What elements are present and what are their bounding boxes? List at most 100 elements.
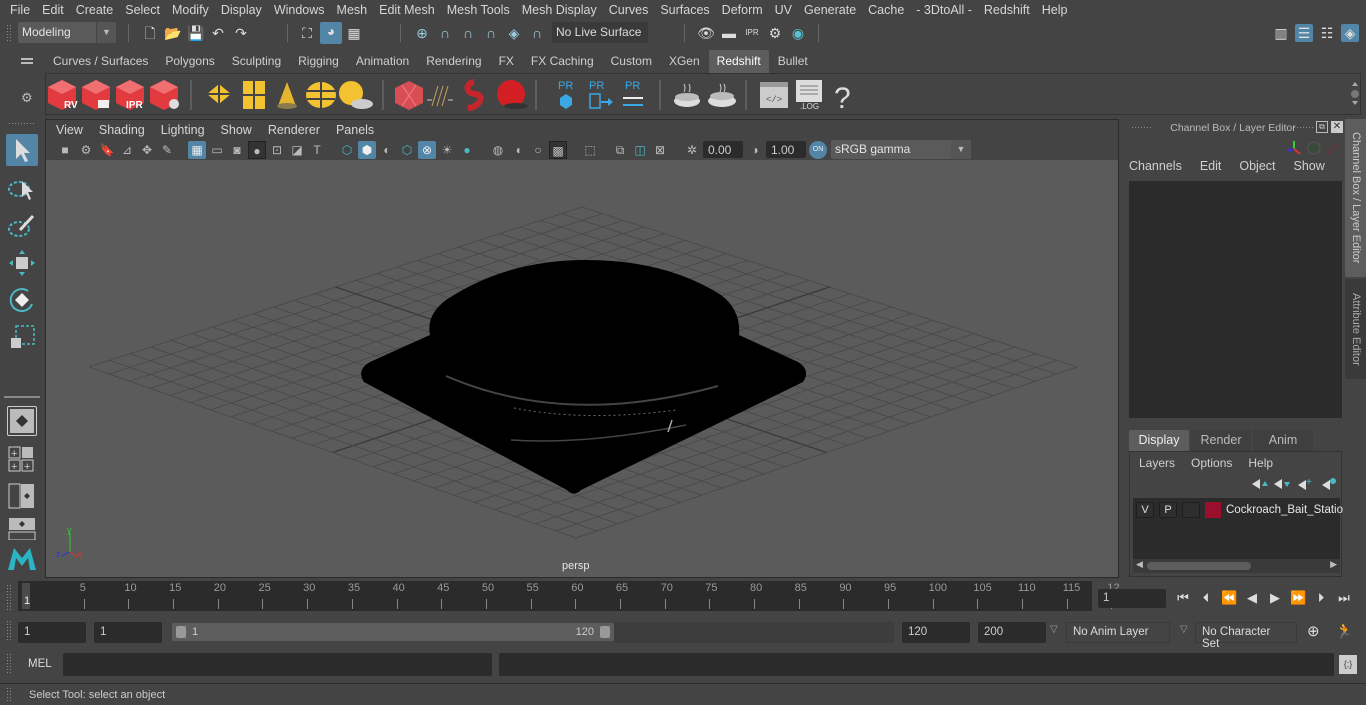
menu-redshift[interactable]: Redshift xyxy=(978,3,1036,17)
render-view-icon[interactable]: 👁 xyxy=(697,24,715,42)
viewport-menu-show[interactable]: Show xyxy=(213,123,260,137)
menu-3dtoall[interactable]: - 3DtoAll - xyxy=(910,3,978,17)
animation-start-field[interactable]: 1 xyxy=(18,622,86,643)
modeling-toolkit-icon[interactable]: ▥ xyxy=(1272,24,1290,42)
menu-generate[interactable]: Generate xyxy=(798,3,862,17)
character-set-dropdown-icon[interactable]: ▽ xyxy=(1180,624,1188,635)
time-slider[interactable]: 1 5 10 15 20 25 30 35 40 45 50 55 60 65 70 75 80 85 90 95 1… xyxy=(18,581,1120,611)
gamma-field[interactable]: 1.00 xyxy=(766,141,806,158)
snap-curve-icon[interactable]: ∩ xyxy=(436,24,454,42)
scrollbar-thumb[interactable] xyxy=(1147,562,1251,570)
open-scene-icon[interactable]: 📂 xyxy=(164,24,182,42)
layer-menu-options[interactable]: Options xyxy=(1191,456,1232,470)
layer-display-type-toggle[interactable] xyxy=(1182,501,1200,518)
menu-file[interactable]: File xyxy=(4,3,36,17)
tab-channel-box-layer-editor[interactable]: Channel Box / Layer Editor xyxy=(1345,119,1366,277)
layer-playback-toggle[interactable]: P xyxy=(1159,501,1177,518)
command-input[interactable] xyxy=(63,653,492,676)
channel-box-menu-channels[interactable]: Channels xyxy=(1129,159,1182,173)
rs-log-icon[interactable]: .LOG xyxy=(796,80,822,111)
shelf-scroll-control[interactable] xyxy=(1351,82,1359,105)
close-icon[interactable]: ✕ xyxy=(1331,121,1343,133)
rs-bake-icon[interactable] xyxy=(708,83,736,107)
snap-view-plane-icon[interactable]: ∩ xyxy=(482,24,500,42)
snap-grid-icon[interactable]: ⊕ xyxy=(413,24,431,42)
save-scene-icon[interactable]: 💾 xyxy=(187,24,205,42)
anim-layer-dropdown-icon[interactable]: ▽ xyxy=(1050,624,1058,635)
pr-import-icon[interactable]: PR xyxy=(589,80,613,109)
attribute-editor-icon[interactable]: ☰ xyxy=(1295,24,1313,42)
gamma-icon[interactable]: ◑ xyxy=(746,141,764,159)
menu-mesh-display[interactable]: Mesh Display xyxy=(516,3,603,17)
persp-graph-layout-icon[interactable] xyxy=(6,516,38,541)
character-set-select[interactable]: No Character Set xyxy=(1195,622,1297,650)
redo-icon[interactable]: ↷ xyxy=(232,24,250,42)
2d-pan-zoom-icon[interactable]: ✥ xyxy=(138,141,156,159)
select-hierarchy-icon[interactable]: ⛶ xyxy=(298,24,316,42)
shelf-tab-fx-caching[interactable]: FX Caching xyxy=(522,50,602,73)
rs-dome-light-icon[interactable] xyxy=(306,82,336,108)
rs-help-icon[interactable]: ? xyxy=(834,82,851,115)
anim-layer-select[interactable]: No Anim Layer xyxy=(1066,622,1170,643)
menu-surfaces[interactable]: Surfaces xyxy=(654,3,715,17)
menu-edit-mesh[interactable]: Edit Mesh xyxy=(373,3,441,17)
step-back-key-icon[interactable]: ⏪ xyxy=(1221,589,1237,607)
wireframe-on-shaded-icon[interactable]: ◐ xyxy=(378,141,396,159)
menu-display[interactable]: Display xyxy=(215,3,268,17)
menu-set-select[interactable]: Modeling ▼ xyxy=(18,22,116,43)
drag-grip[interactable] xyxy=(6,24,12,42)
viewport-menu-panels[interactable]: Panels xyxy=(328,123,382,137)
field-chart-icon[interactable]: ⊡ xyxy=(268,141,286,159)
select-tool-icon[interactable] xyxy=(6,134,38,166)
tool-settings-icon[interactable]: ☷ xyxy=(1318,24,1336,42)
rs-ipr-icon[interactable]: IPR xyxy=(116,80,144,111)
layer-color-swatch[interactable] xyxy=(1205,501,1221,518)
shelf-tab-xgen[interactable]: XGen xyxy=(660,50,708,73)
range-end-handle[interactable] xyxy=(600,626,610,638)
color-management-toggle[interactable]: ON xyxy=(809,141,827,159)
rs-render-sequence-icon[interactable] xyxy=(82,80,110,110)
render-settings-icon[interactable]: ⚙ xyxy=(766,24,784,42)
move-layer-up-icon[interactable] xyxy=(1252,479,1268,489)
view-transform-select[interactable]: sRGB gamma ▼ xyxy=(831,140,971,159)
gate-mask-icon[interactable]: ● xyxy=(248,141,266,159)
shelf-tab-polygons[interactable]: Polygons xyxy=(157,50,223,73)
script-editor-icon[interactable]: {;} xyxy=(1339,655,1357,674)
channel-box-menu-object[interactable]: Object xyxy=(1239,159,1275,173)
range-slider[interactable]: 1 120 xyxy=(172,623,614,641)
rs-render-settings-icon[interactable] xyxy=(150,80,179,110)
cockroach-bait-station-model[interactable] xyxy=(361,260,807,494)
menu-edit[interactable]: Edit xyxy=(36,3,70,17)
rotate-tool-icon[interactable] xyxy=(6,284,38,316)
viewport-menu-renderer[interactable]: Renderer xyxy=(260,123,328,137)
grease-pencil-icon[interactable]: ✎ xyxy=(158,141,176,159)
paint-select-tool-icon[interactable] xyxy=(6,210,38,242)
smooth-shade-icon[interactable]: ⬢ xyxy=(358,141,376,159)
select-object-icon[interactable]: ◕ xyxy=(320,22,342,44)
rs-script-editor-icon[interactable]: </> xyxy=(760,82,788,108)
shelf-tab-sculpting[interactable]: Sculpting xyxy=(223,50,290,73)
rs-render-view-icon[interactable]: RV xyxy=(48,80,78,111)
rs-hair-icon[interactable] xyxy=(427,85,453,107)
new-scene-icon[interactable]: 🗋 xyxy=(141,24,159,42)
menu-windows[interactable]: Windows xyxy=(268,3,331,17)
scale-tool-icon[interactable] xyxy=(6,321,38,353)
rs-physical-light-icon[interactable] xyxy=(277,82,297,109)
undo-icon[interactable]: ↶ xyxy=(209,24,227,42)
pr-export-icon[interactable]: PR xyxy=(558,80,573,109)
tab-render[interactable]: Render xyxy=(1191,430,1251,451)
snap-point-icon[interactable]: ∩ xyxy=(459,24,477,42)
channel-box-icon[interactable]: ◈ xyxy=(1341,24,1359,42)
ssao-icon[interactable]: ◍ xyxy=(489,141,507,159)
viewport-menu-shading[interactable]: Shading xyxy=(91,123,153,137)
outliner-persp-layout-icon[interactable] xyxy=(6,482,38,510)
exposure-icon[interactable]: ✲ xyxy=(683,141,701,159)
xray-active-icon[interactable]: ◫ xyxy=(631,141,649,159)
animation-preferences-icon[interactable]: 🏃 xyxy=(1335,622,1354,640)
scroll-right-icon[interactable]: ▶ xyxy=(1330,559,1337,570)
channel-box-menu-show[interactable]: Show xyxy=(1294,159,1325,173)
isolate-select-icon[interactable]: ⬚ xyxy=(581,141,599,159)
viewport-menu-view[interactable]: View xyxy=(48,123,91,137)
menu-create[interactable]: Create xyxy=(70,3,120,17)
channel-box-menu-edit[interactable]: Edit xyxy=(1200,159,1222,173)
